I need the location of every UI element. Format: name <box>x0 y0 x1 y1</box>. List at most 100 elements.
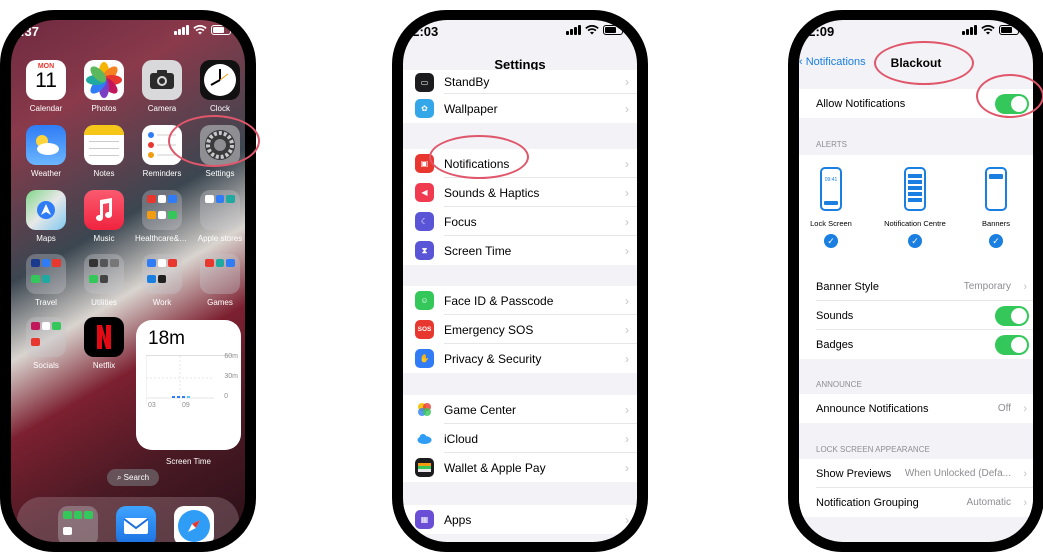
app-reminders[interactable]: Reminders <box>135 125 189 178</box>
wallet-icon <box>415 458 434 477</box>
allow-notifications-toggle[interactable] <box>995 93 1029 114</box>
home-screen: 1:37 MON 11 Calendar Photos Camera Clock… <box>11 20 245 542</box>
dock-mail[interactable] <box>109 506 163 542</box>
chevron-right-icon: › <box>625 185 629 200</box>
folder-travel[interactable]: Travel <box>19 254 73 307</box>
settings-group: ▭ StandBy › ✿ Wallpaper › <box>403 70 637 123</box>
notification-centre-preview-icon <box>904 167 926 211</box>
status-time: 12:09 <box>801 24 835 39</box>
chevron-right-icon: › <box>625 75 629 89</box>
notification-grouping-row[interactable]: Notification Grouping Automatic › <box>799 488 1033 517</box>
settings-group: ▦ Apps › <box>403 505 637 534</box>
page-title: Blackout <box>890 56 942 70</box>
settings-row-apps[interactable]: ▦ Apps › <box>403 505 637 534</box>
calendar-icon: MON 11 <box>26 60 66 100</box>
folder-work[interactable]: Work <box>135 254 189 307</box>
checkmark-icon: ✓ <box>989 234 1003 248</box>
badges-row: Badges <box>799 330 1033 359</box>
app-label: Clock <box>209 104 230 113</box>
allow-notifications-row: Allow Notifications <box>799 89 1033 118</box>
settings-row-game-center[interactable]: Game Center › <box>403 395 637 424</box>
app-label: Apple stores <box>197 234 243 243</box>
battery-icon <box>211 25 231 35</box>
settings-row-standby[interactable]: ▭ StandBy › <box>403 70 637 94</box>
home-screen-phone: 1:37 MON 11 Calendar Photos Camera Clock… <box>0 10 260 552</box>
badges-toggle[interactable] <box>995 334 1029 355</box>
settings-row-focus[interactable]: ☾ Focus › <box>403 207 637 236</box>
hand-icon: ✋ <box>415 349 434 368</box>
wifi-icon <box>585 25 599 35</box>
settings-group: Show Previews When Unlocked (Defa... › N… <box>799 459 1033 517</box>
folder-icon <box>200 254 240 294</box>
x-tick: 09 <box>182 402 190 409</box>
app-calendar[interactable]: MON 11 Calendar <box>19 60 73 113</box>
banner-style-row[interactable]: Banner Style Temporary › <box>799 272 1033 301</box>
settings-row-emergency-sos[interactable]: SOS Emergency SOS › <box>403 315 637 344</box>
app-settings[interactable]: Settings <box>193 125 245 178</box>
show-previews-row[interactable]: Show Previews When Unlocked (Defa... › <box>799 459 1033 488</box>
screen-time-widget[interactable]: 18m 60m 30m 0 03 09 Screen Time <box>136 320 241 466</box>
show-previews-value: When Unlocked (Defa... <box>904 468 1011 479</box>
apps-grid-icon: ▦ <box>415 510 434 529</box>
app-notes[interactable]: Notes <box>77 125 131 178</box>
folder-socials[interactable]: Socials <box>19 317 73 370</box>
settings-row-sounds[interactable]: ◀ Sounds & Haptics › <box>403 178 637 207</box>
game-center-icon <box>415 400 434 419</box>
weather-icon <box>26 125 66 165</box>
app-label: Netflix <box>92 361 116 370</box>
maps-icon <box>26 190 66 230</box>
folder-utilities[interactable]: Utilities <box>77 254 131 307</box>
settings-group: Allow Notifications <box>799 89 1033 118</box>
settings-row-face-id[interactable]: ☺ Face ID & Passcode › <box>403 286 637 315</box>
home-search-button[interactable]: ⌕ Search <box>107 469 159 486</box>
wallpaper-icon: ✿ <box>415 99 434 118</box>
app-label: Socials <box>33 361 59 370</box>
settings-gear-icon <box>200 125 240 165</box>
folder-icon <box>26 317 66 357</box>
banners-preview-icon <box>985 167 1007 211</box>
settings-row-privacy[interactable]: ✋ Privacy & Security › <box>403 344 637 373</box>
safari-icon <box>174 506 214 542</box>
settings-row-icloud[interactable]: iCloud › <box>403 424 637 453</box>
cloud-icon <box>415 429 434 448</box>
settings-row-screen-time[interactable]: ⧗ Screen Time › <box>403 236 637 265</box>
y-tick: 0 <box>224 393 228 400</box>
settings-row-wallpaper[interactable]: ✿ Wallpaper › <box>403 94 637 123</box>
app-netflix[interactable]: Netflix <box>77 317 131 370</box>
notification-settings-phone: 12:09 ‹ Notifications Blackout Allow Not… <box>788 10 1043 552</box>
announce-notifications-row[interactable]: Announce Notifications Off › <box>799 394 1033 423</box>
folder-healthcare[interactable]: Healthcare&Fit... <box>135 190 189 243</box>
music-icon <box>84 190 124 230</box>
app-maps[interactable]: Maps <box>19 190 73 243</box>
app-label: Camera <box>147 104 177 113</box>
app-photos[interactable]: Photos <box>77 60 131 113</box>
settings-row-notifications[interactable]: ▣ Notifications › <box>403 149 637 178</box>
chevron-right-icon: › <box>625 293 629 308</box>
chevron-right-icon: › <box>625 351 629 366</box>
app-music[interactable]: Music <box>77 190 131 243</box>
app-weather[interactable]: Weather <box>19 125 73 178</box>
folder-apple-stores[interactable]: Apple stores <box>193 190 245 243</box>
camera-icon <box>142 60 182 100</box>
dock-safari[interactable] <box>167 506 221 542</box>
app-label: Travel <box>35 298 57 307</box>
alert-option-banners[interactable]: Banners ✓ <box>969 167 1023 248</box>
app-clock[interactable]: Clock <box>193 60 245 113</box>
dock-folder[interactable] <box>51 506 105 542</box>
status-time: 12:03 <box>405 24 439 39</box>
settings-row-wallet[interactable]: Wallet & Apple Pay › <box>403 453 637 482</box>
app-label: Weather <box>30 169 62 178</box>
chevron-right-icon: › <box>1023 496 1027 509</box>
wifi-icon <box>193 25 207 35</box>
y-tick: 30m <box>224 373 238 380</box>
app-label: Reminders <box>142 169 182 178</box>
app-label: Utilities <box>91 298 117 307</box>
chevron-right-icon: › <box>625 101 629 116</box>
folder-games[interactable]: Games <box>193 254 245 307</box>
announce-value: Off <box>997 403 1011 414</box>
alert-option-notification-centre[interactable]: Notification Centre ✓ <box>871 167 959 248</box>
sounds-toggle[interactable] <box>995 305 1029 326</box>
alert-option-lock-screen[interactable]: 09:41 Lock Screen ✓ <box>801 167 861 248</box>
sos-icon: SOS <box>415 320 434 339</box>
app-camera[interactable]: Camera <box>135 60 189 113</box>
